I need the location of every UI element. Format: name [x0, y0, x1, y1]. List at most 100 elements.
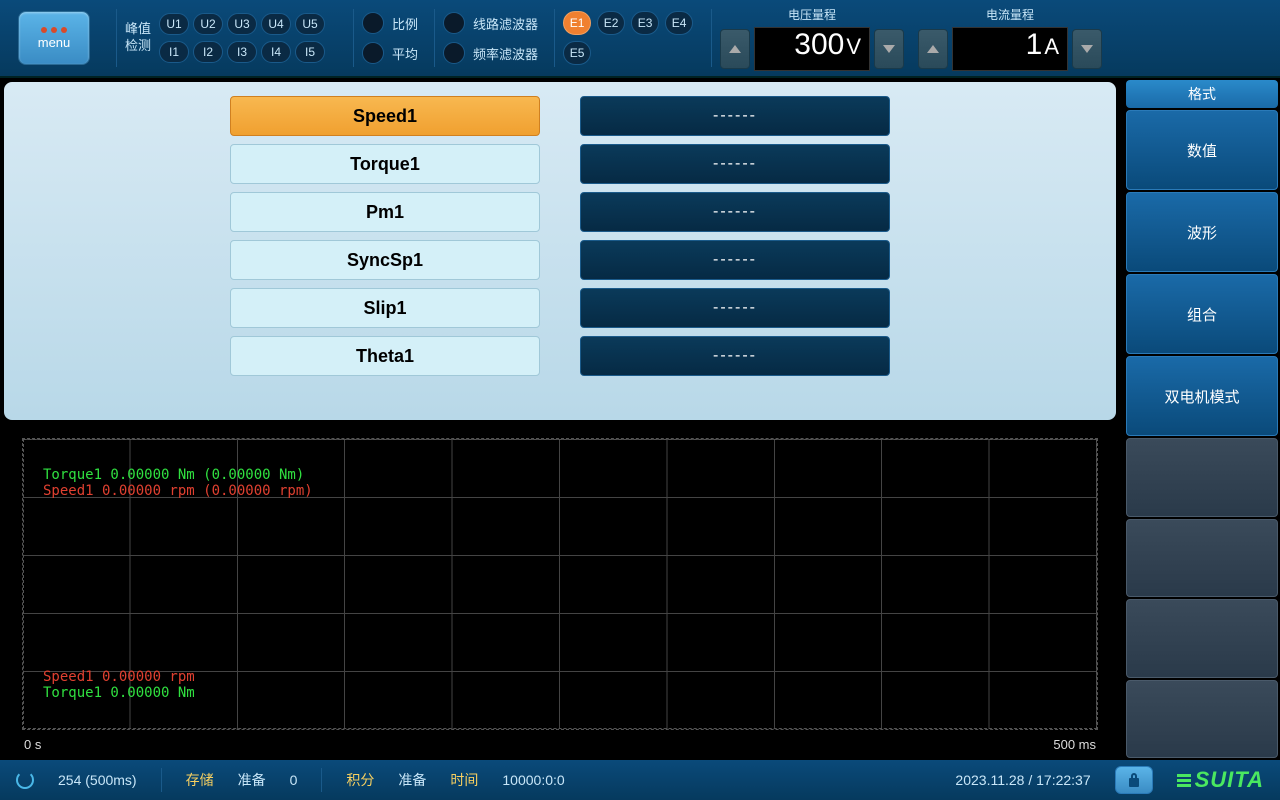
- graph-legend-line: Torque1 0.00000 Nm (0.00000 Nm): [43, 467, 313, 483]
- radio-icon: [362, 12, 384, 34]
- i-channel-chip[interactable]: I1: [159, 41, 189, 63]
- current-range-label: 电流量程: [986, 6, 1034, 23]
- divider: [353, 9, 354, 67]
- u-channel-chip[interactable]: U2: [193, 13, 223, 35]
- radio-icon: [443, 42, 465, 64]
- side-empty-3[interactable]: [1126, 599, 1278, 678]
- param-value: ------: [580, 144, 890, 184]
- divider: [434, 9, 435, 67]
- u-channel-chip[interactable]: U5: [295, 13, 325, 35]
- voltage-down-button[interactable]: [874, 29, 904, 69]
- side-button[interactable]: 双电机模式: [1126, 356, 1278, 436]
- brand-icon: [1177, 774, 1191, 787]
- e-channel-chip[interactable]: E1: [563, 11, 591, 35]
- lock-button[interactable]: [1115, 766, 1153, 794]
- side-empty-2[interactable]: [1126, 519, 1278, 598]
- graph-x-end: 500 ms: [1053, 737, 1096, 752]
- current-down-button[interactable]: [1072, 29, 1102, 69]
- e-channel-chip[interactable]: E2: [597, 11, 625, 35]
- param-row: Speed1 ------: [44, 96, 1076, 136]
- param-label[interactable]: SyncSp1: [230, 240, 540, 280]
- time-value: 10000:0:0: [502, 772, 564, 788]
- divider: [554, 9, 555, 67]
- menu-label: menu: [38, 35, 71, 50]
- param-label[interactable]: Pm1: [230, 192, 540, 232]
- main-area: Speed1 ------ Torque1 ------ Pm1 ------ SyncSp…: [0, 78, 1280, 760]
- param-label[interactable]: Theta1: [230, 336, 540, 376]
- ready-value: 0: [290, 772, 298, 788]
- lock-icon: [1127, 772, 1141, 788]
- side-button[interactable]: 数值: [1126, 110, 1278, 190]
- current-up-button[interactable]: [918, 29, 948, 69]
- voltage-range-label: 电压量程: [788, 6, 836, 23]
- i-channel-chip[interactable]: I4: [261, 41, 291, 63]
- graph-legend-line: Speed1 0.00000 rpm: [43, 669, 195, 685]
- e-channel-chip[interactable]: E4: [665, 11, 693, 35]
- brand-logo: SUITA: [1177, 767, 1264, 793]
- ready-label: 准备: [238, 770, 266, 790]
- content-column: Speed1 ------ Torque1 ------ Pm1 ------ SyncSp…: [0, 78, 1120, 760]
- u-channel-chip[interactable]: U1: [159, 13, 189, 35]
- filter-line[interactable]: 线路滤波器: [443, 12, 538, 34]
- side-button[interactable]: 波形: [1126, 192, 1278, 272]
- param-value: ------: [580, 192, 890, 232]
- filter-freq[interactable]: 频率滤波器: [443, 42, 538, 64]
- store-label: 存储: [186, 770, 214, 790]
- side-header: 格式: [1126, 80, 1278, 108]
- mode-ratio[interactable]: 比例: [362, 12, 418, 34]
- filter-group: 线路滤波器 频率滤波器: [443, 12, 538, 64]
- param-label[interactable]: Torque1: [230, 144, 540, 184]
- side-panel: 格式 数值波形组合双电机模式: [1120, 78, 1280, 760]
- e-channel-group: E1E2E3E4 E5: [563, 11, 703, 65]
- graph-legend-line: Speed1 0.00000 rpm (0.00000 rpm): [43, 483, 313, 499]
- mode-average[interactable]: 平均: [362, 42, 418, 64]
- cycle-info: 254 (500ms): [58, 772, 137, 788]
- i-channel-chip[interactable]: I3: [227, 41, 257, 63]
- graph-grid: Torque1 0.00000 Nm (0.00000 Nm)Speed1 0.…: [22, 438, 1098, 730]
- divider: [116, 9, 117, 67]
- param-value: ------: [580, 288, 890, 328]
- parameter-panel: Speed1 ------ Torque1 ------ Pm1 ------ SyncSp…: [4, 82, 1116, 420]
- radio-icon: [362, 42, 384, 64]
- channel-grid: U1U2U3U4U5 I1I2I3I4I5: [159, 13, 325, 63]
- integral-status: 准备: [398, 770, 426, 790]
- param-value: ------: [580, 96, 890, 136]
- voltage-value: 300V: [754, 27, 870, 71]
- param-row: Theta1 ------: [44, 336, 1076, 376]
- datetime: 2023.11.28 / 17:22:37: [955, 772, 1090, 788]
- time-label: 时间: [450, 770, 478, 790]
- radio-icon: [443, 12, 465, 34]
- mode-group: 比例 平均: [362, 12, 418, 64]
- param-row: Pm1 ------: [44, 192, 1076, 232]
- side-empty-4[interactable]: [1126, 680, 1278, 759]
- param-row: Slip1 ------: [44, 288, 1076, 328]
- graph-x-start: 0 s: [24, 737, 41, 752]
- param-row: Torque1 ------: [44, 144, 1076, 184]
- divider: [711, 9, 712, 67]
- current-value: 1A: [952, 27, 1068, 71]
- param-value: ------: [580, 240, 890, 280]
- u-channel-chip[interactable]: U3: [227, 13, 257, 35]
- e-channel-chip[interactable]: E5: [563, 41, 591, 65]
- side-empty-1[interactable]: [1126, 438, 1278, 517]
- e-channel-chip[interactable]: E3: [631, 11, 659, 35]
- voltage-range: 电压量程 300V: [720, 6, 904, 71]
- param-value: ------: [580, 336, 890, 376]
- current-range: 电流量程 1A: [918, 6, 1102, 71]
- voltage-up-button[interactable]: [720, 29, 750, 69]
- i-channel-chip[interactable]: I2: [193, 41, 223, 63]
- i-channel-chip[interactable]: I5: [295, 41, 325, 63]
- menu-dots-icon: [41, 27, 67, 33]
- graph-legend-line: Torque1 0.00000 Nm: [43, 685, 195, 701]
- bottom-bar: 254 (500ms) 存储 准备 0 积分 准备 时间 10000:0:0 2…: [0, 760, 1280, 800]
- graph-panel: Torque1 0.00000 Nm (0.00000 Nm)Speed1 0.…: [4, 428, 1116, 760]
- menu-button[interactable]: menu: [18, 11, 90, 65]
- top-bar: menu 峰值 检测 U1U2U3U4U5 I1I2I3I4I5 比例 平均 线…: [0, 0, 1280, 78]
- side-button[interactable]: 组合: [1126, 274, 1278, 354]
- spinner-icon: [16, 771, 34, 789]
- u-channel-chip[interactable]: U4: [261, 13, 291, 35]
- param-label[interactable]: Slip1: [230, 288, 540, 328]
- peak-detect-label: 峰值 检测: [125, 21, 151, 55]
- integral-label: 积分: [346, 770, 374, 790]
- param-label[interactable]: Speed1: [230, 96, 540, 136]
